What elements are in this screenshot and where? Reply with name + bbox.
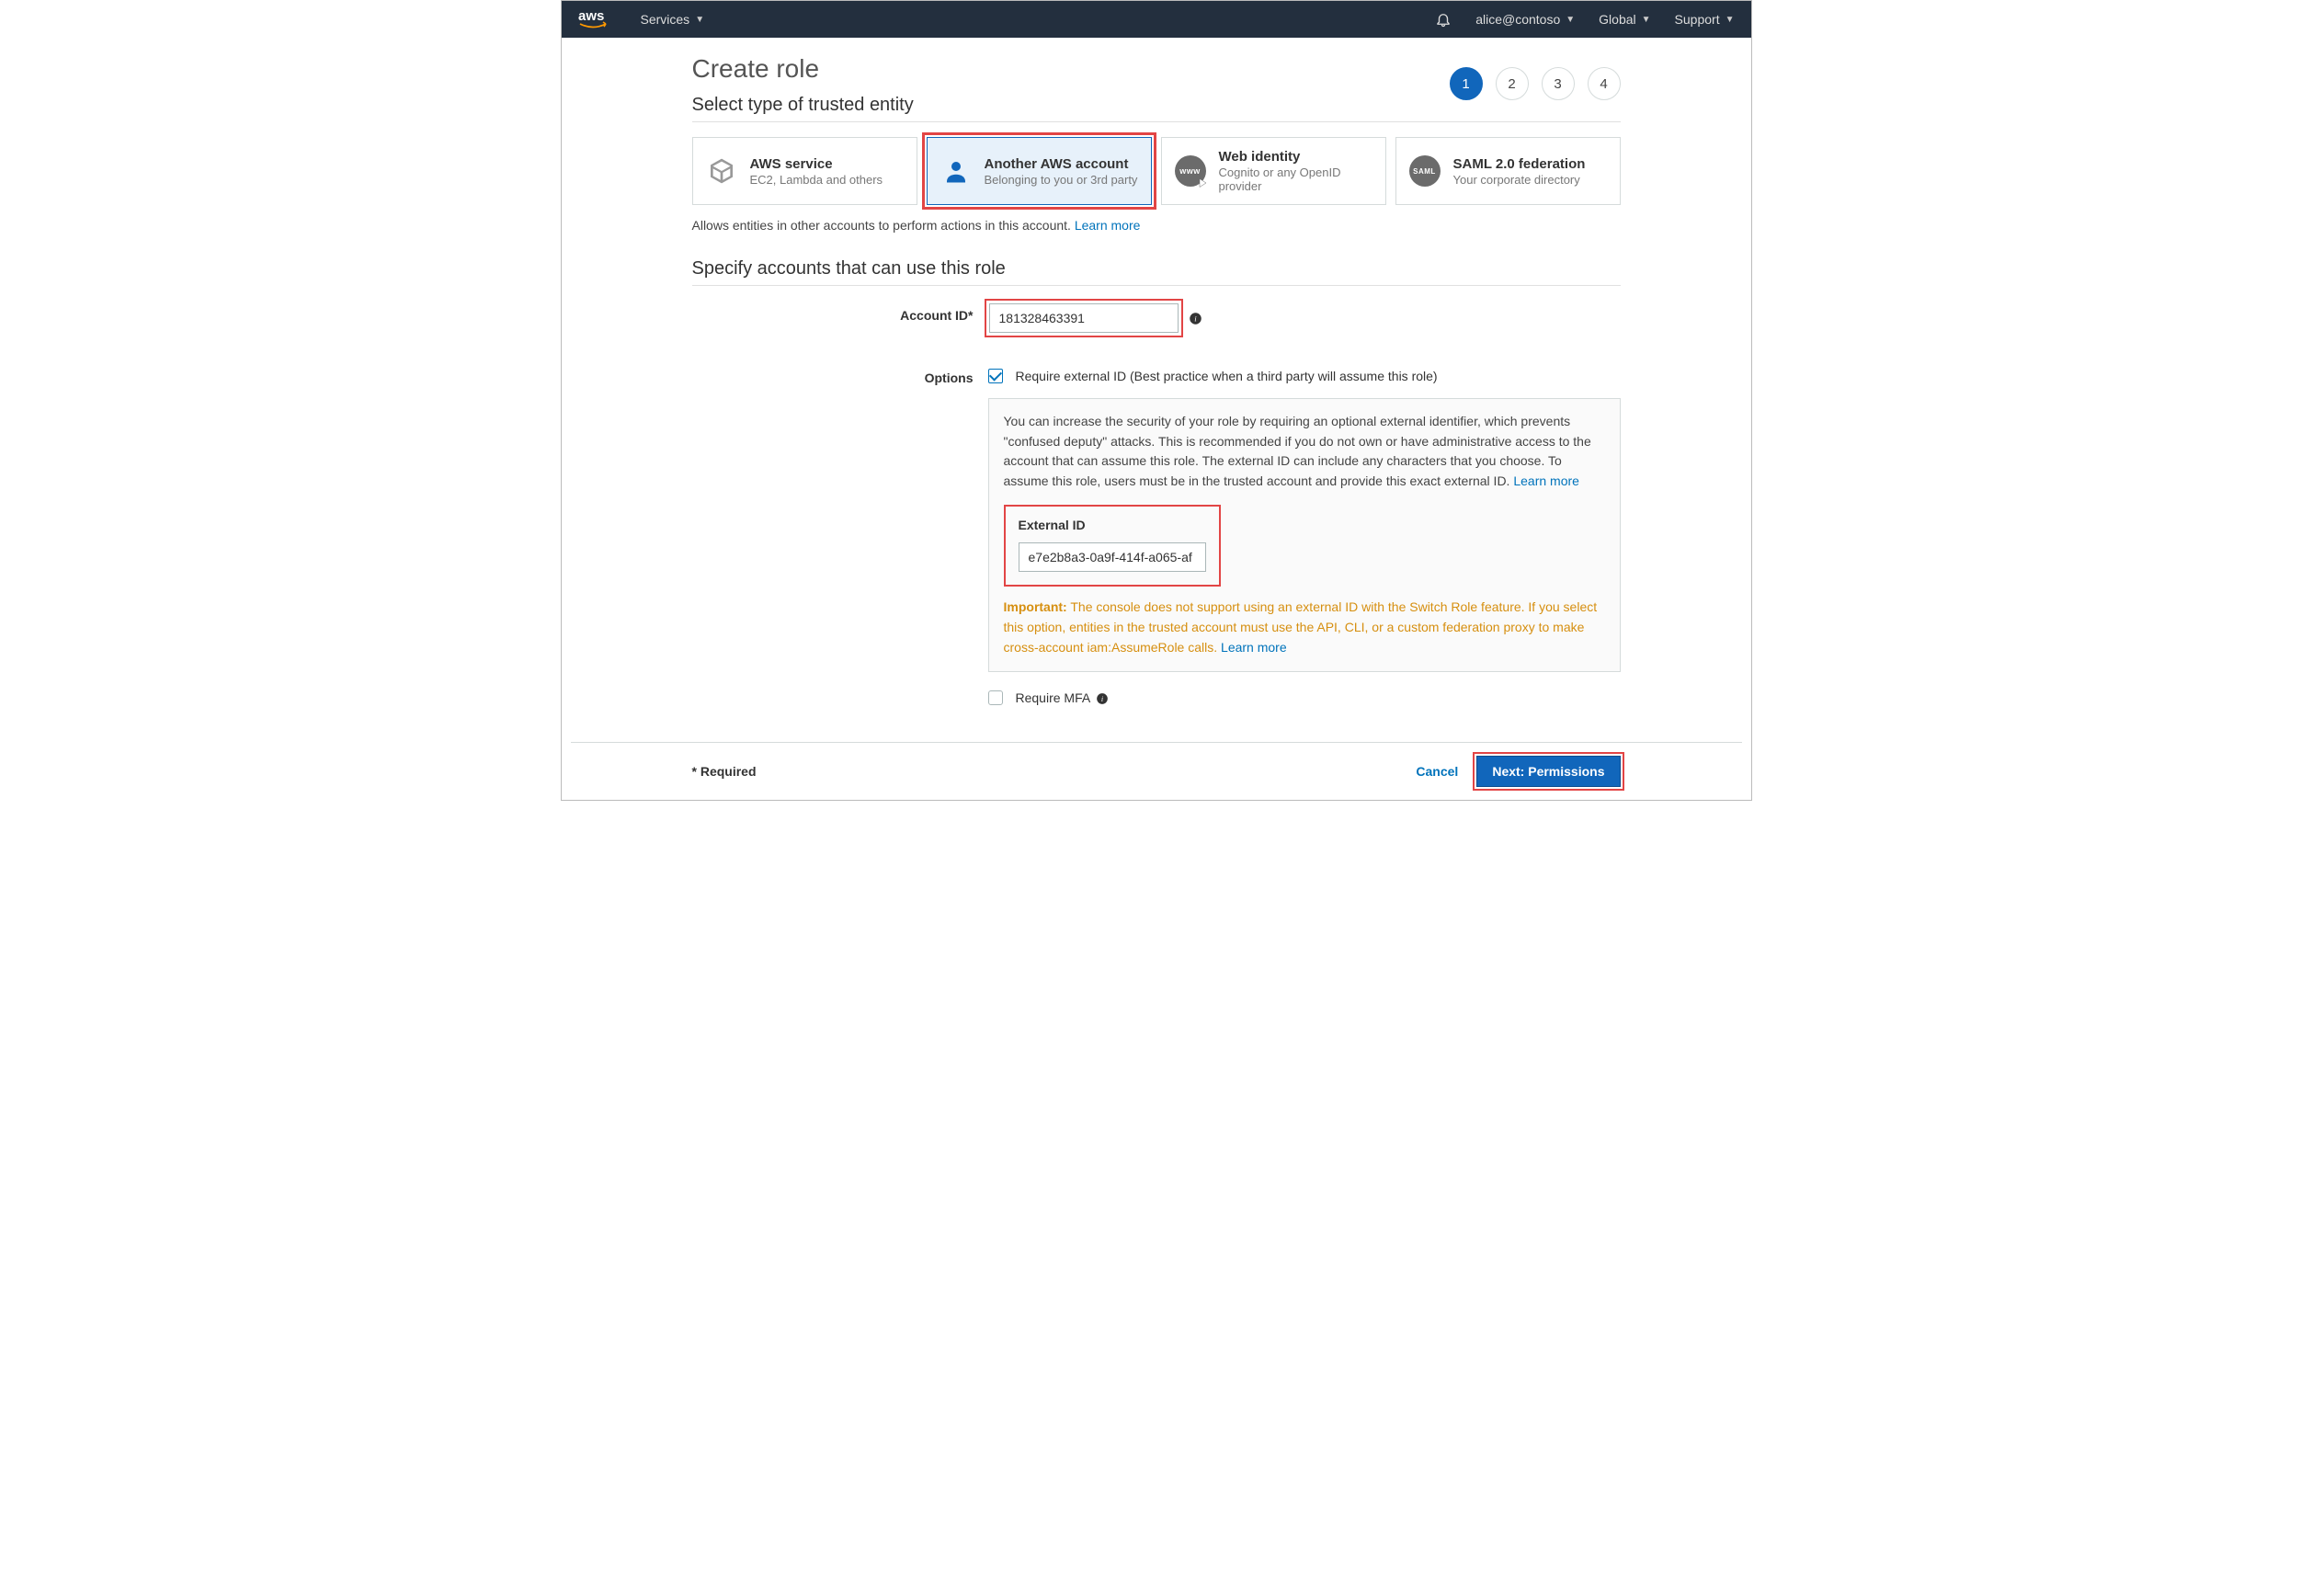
notifications-icon[interactable] [1435,11,1452,28]
region-label: Global [1599,12,1635,27]
require-mfa-checkbox[interactable] [988,690,1003,705]
external-id-block: External ID [1004,505,1221,587]
info-icon[interactable]: i [1189,312,1202,325]
external-id-input[interactable] [1019,542,1206,572]
entity-title: Web identity [1219,149,1372,165]
person-icon [940,155,972,187]
support-label: Support [1675,12,1720,27]
trusted-entity-cards: AWS service EC2, Lambda and others Anoth… [692,137,1621,205]
require-mfa-text: Require MFA [1016,690,1090,705]
options-label: Options [692,365,988,385]
wizard-footer: * Required Cancel Next: Permissions [571,742,1742,800]
entity-description: Allows entities in other accounts to per… [692,218,1621,233]
step-3[interactable]: 3 [1542,67,1575,100]
step-2[interactable]: 2 [1496,67,1529,100]
region-menu[interactable]: Global ▼ [1599,12,1650,27]
caret-down-icon: ▼ [1566,15,1575,25]
caret-down-icon: ▼ [1725,15,1735,25]
require-mfa-label: Require MFA i [1016,690,1110,706]
require-external-id-checkbox[interactable] [988,369,1003,383]
important-label: Important: [1004,599,1067,614]
entity-web-identity[interactable]: www Web identity Cognito or any OpenID p… [1161,137,1386,205]
account-id-label: Account ID* [692,302,988,323]
learn-more-link[interactable]: Learn more [1513,473,1579,488]
entity-saml-federation[interactable]: SAML SAML 2.0 federation Your corporate … [1395,137,1621,205]
required-note: * Required [692,764,757,779]
specify-accounts-title: Specify accounts that can use this role [692,258,1621,279]
external-id-label: External ID [1019,516,1206,536]
external-id-info-box: You can increase the security of your ro… [988,398,1621,672]
top-navigation: aws Services ▼ alice@contoso ▼ [562,1,1751,38]
important-body: The console does not support using an ex… [1004,599,1598,654]
options-row: Options Require external ID (Best practi… [692,365,1621,705]
learn-more-link[interactable]: Learn more [1221,640,1287,655]
account-menu[interactable]: alice@contoso ▼ [1475,12,1575,27]
caret-down-icon: ▼ [1642,15,1651,25]
aws-logo[interactable]: aws [578,8,617,30]
cube-icon [706,155,737,187]
svg-text:aws: aws [578,8,604,24]
important-note: Important: The console does not support … [1004,598,1605,657]
entity-title: AWS service [750,156,883,172]
page-title: Create role [692,54,820,84]
next-permissions-button[interactable]: Next: Permissions [1476,756,1620,787]
account-id-input[interactable] [989,303,1179,333]
require-external-id-label: Require external ID (Best practice when … [1016,369,1438,383]
step-4[interactable]: 4 [1588,67,1621,100]
saml-icon: SAML [1409,155,1441,187]
account-label: alice@contoso [1475,12,1560,27]
info-icon[interactable]: i [1095,691,1109,705]
entity-desc-text: Allows entities in other accounts to per… [692,218,1075,233]
info-box-text: You can increase the security of your ro… [1004,414,1591,488]
www-icon: www [1175,155,1206,187]
entity-title: SAML 2.0 federation [1453,156,1586,172]
support-menu[interactable]: Support ▼ [1675,12,1735,27]
services-label: Services [641,12,690,27]
entity-subtitle: Cognito or any OpenID provider [1219,165,1372,193]
wizard-steps: 1 2 3 4 [1450,67,1621,100]
caret-down-icon: ▼ [695,15,704,25]
cancel-button[interactable]: Cancel [1416,764,1458,779]
step-1[interactable]: 1 [1450,67,1483,100]
learn-more-link[interactable]: Learn more [1075,218,1141,233]
entity-another-aws-account[interactable]: Another AWS account Belonging to you or … [927,137,1152,205]
entity-subtitle: EC2, Lambda and others [750,173,883,187]
entity-title: Another AWS account [985,156,1138,172]
entity-subtitle: Belonging to you or 3rd party [985,173,1138,187]
account-id-row: Account ID* i [692,302,1621,334]
entity-aws-service[interactable]: AWS service EC2, Lambda and others [692,137,917,205]
services-menu[interactable]: Services ▼ [641,12,705,27]
entity-subtitle: Your corporate directory [1453,173,1586,187]
